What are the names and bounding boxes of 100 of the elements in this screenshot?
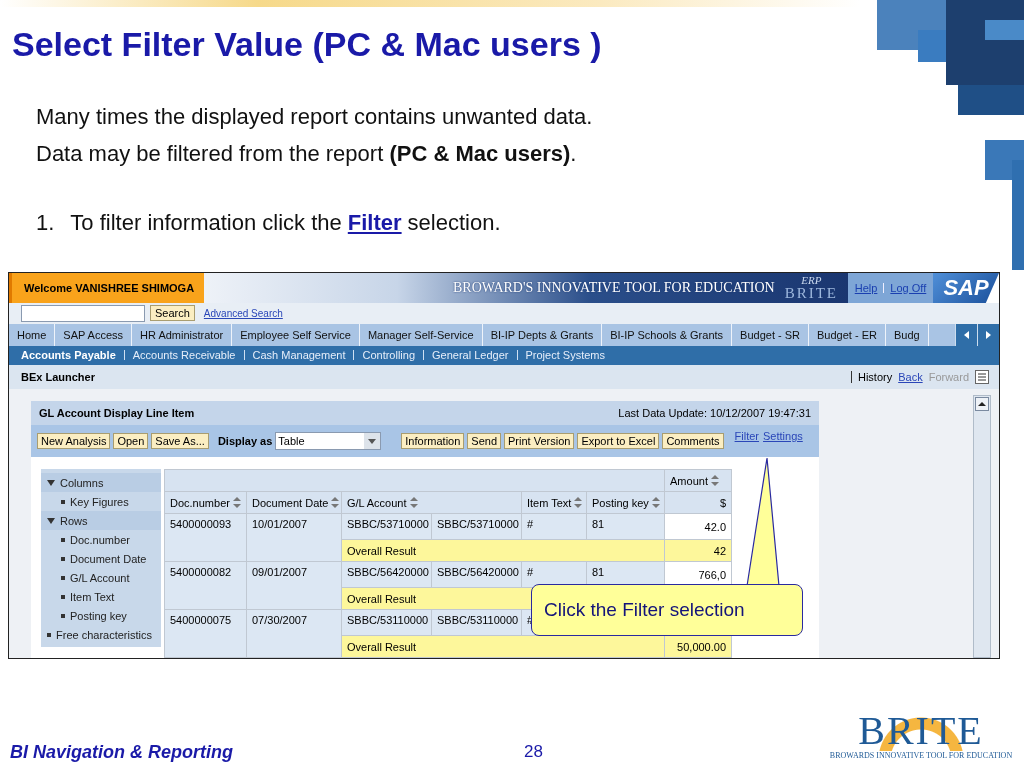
toolbar-link[interactable]: Settings	[763, 430, 803, 442]
scrollbar[interactable]	[973, 395, 991, 658]
back-link[interactable]: Back	[898, 371, 923, 384]
amount-header[interactable]: Amount	[664, 469, 732, 492]
report-title: GL Account Display Line Item	[39, 407, 195, 419]
sort-icon	[710, 475, 719, 486]
header-link[interactable]: Log Off	[890, 281, 927, 294]
bullet-icon	[61, 499, 65, 504]
toolbar-button[interactable]: New Analysis	[37, 433, 111, 449]
sap-logo: SAP	[933, 273, 999, 303]
body-text: Many times the displayed report contains unwanted data.	[36, 103, 594, 131]
table-cell: 5400000075	[164, 609, 247, 658]
top-tab[interactable]: BI-IP Schools & Grants	[602, 323, 733, 346]
toolbar-button[interactable]: Send	[467, 433, 502, 449]
bullet-icon	[61, 556, 65, 561]
navigation-item[interactable]: G/L Account	[41, 568, 161, 587]
banner-brand: BRITE	[784, 285, 838, 301]
sort-icon	[574, 497, 583, 508]
navigation-item[interactable]: Posting key	[41, 606, 161, 625]
step-number: 1.	[36, 209, 55, 237]
top-tab[interactable]: SAP Access	[55, 323, 133, 346]
subnav-link[interactable]: Accounts Receivable	[132, 349, 236, 362]
table-cell: SBBC/56420000	[431, 561, 522, 588]
result-cell: Overall Result	[341, 539, 665, 562]
toolbar-button[interactable]: Save As...	[151, 433, 209, 449]
welcome-banner: Welcome VANISHREE SHIMOGA	[9, 273, 204, 303]
bullet-icon	[61, 594, 65, 599]
navigation-item[interactable]: Rows	[41, 511, 161, 530]
step-text: selection.	[407, 209, 501, 237]
header-link[interactable]: Help	[854, 281, 878, 294]
page-number: 28	[524, 742, 543, 762]
right-triangle-icon	[985, 330, 992, 339]
top-tab[interactable]: Budg	[885, 323, 929, 346]
top-tab[interactable]: Home	[9, 323, 56, 346]
navigation-item[interactable]: Doc.number	[41, 530, 161, 549]
page-menu-icon[interactable]	[975, 370, 989, 385]
sort-icon	[651, 497, 660, 508]
last-update-text: Last Data Update: 10/12/2007 19:47:31	[618, 407, 811, 419]
display-as-label: Display as	[217, 435, 273, 447]
left-triangle-icon	[963, 330, 970, 339]
footer-title: BI Navigation & Reporting	[10, 742, 233, 763]
column-header[interactable]: Doc.number	[164, 491, 247, 514]
top-tab[interactable]: BI-IP Depts & Grants	[482, 323, 603, 346]
column-header[interactable]: G/L Account	[341, 491, 522, 514]
bullet-icon	[47, 632, 51, 637]
advanced-search-link[interactable]: Advanced Search	[203, 307, 283, 319]
subnav-link[interactable]: Controlling	[362, 349, 416, 362]
toolbar-button[interactable]: Open	[113, 433, 149, 449]
top-tab[interactable]: Budget - SR	[732, 323, 809, 346]
toolbar-button[interactable]: Information	[401, 433, 465, 449]
history-menu[interactable]: History	[857, 371, 893, 384]
subnav-link[interactable]: Project Systems	[525, 349, 605, 362]
filter-link[interactable]: Filter	[347, 208, 402, 238]
table-cell: 81	[586, 513, 665, 540]
result-cell: Overall Result	[341, 635, 665, 658]
slide-title: Select Filter Value (PC & Mac users )	[12, 24, 602, 64]
scroll-left-button[interactable]	[955, 323, 977, 346]
body-text: Data may be filtered from the report (PC & Mac users).	[36, 140, 578, 168]
table-cell: 5400000082	[164, 561, 247, 610]
step-text: To filter information click the	[70, 209, 342, 237]
navigation-item[interactable]: Document Date	[41, 549, 161, 568]
display-as-dropdown[interactable]: Table	[275, 432, 382, 450]
table-cell: 09/01/2007	[246, 561, 342, 610]
banner-erp: ERP	[801, 274, 822, 286]
bullet-icon	[61, 575, 65, 580]
table-cell: SBBC/53710000	[431, 513, 522, 540]
table-cell: SBBC/56420000	[341, 561, 432, 588]
subnav-link[interactable]: General Ledger	[432, 349, 509, 362]
subnav-link[interactable]: Cash Management	[252, 349, 346, 362]
banner-title: BROWARD'S INNOVATIVE TOOL FOR EDUCATION	[452, 279, 775, 296]
table-cell: 5400000093	[164, 513, 247, 562]
toolbar-button[interactable]: Comments	[662, 433, 724, 449]
table-cell: 07/30/2007	[246, 609, 342, 658]
table-cell: SBBC/53110000	[341, 609, 432, 636]
navigation-item[interactable]: Item Text	[41, 587, 161, 606]
top-tab[interactable]: Employee Self Service	[232, 323, 360, 346]
table-cell: 10/01/2007	[246, 513, 342, 562]
toolbar-link[interactable]: Filter	[734, 430, 760, 442]
sort-icon	[409, 497, 418, 508]
expanded-triangle-icon	[47, 479, 55, 486]
toolbar-button[interactable]: Print Version	[504, 433, 575, 449]
bullet-icon	[61, 613, 65, 618]
subnav-link[interactable]: Accounts Payable	[21, 349, 116, 362]
table-cell: SBBC/53110000	[431, 609, 522, 636]
top-tab[interactable]: Manager Self-Service	[359, 323, 483, 346]
expanded-triangle-icon	[47, 517, 55, 524]
table-cell: SBBC/53710000	[341, 513, 432, 540]
top-tab[interactable]: Budget - ER	[809, 323, 886, 346]
navigation-item[interactable]: Columns	[41, 473, 161, 492]
search-button[interactable]: Search	[150, 305, 195, 322]
scroll-right-button[interactable]	[977, 323, 999, 346]
bullet-icon	[61, 537, 65, 542]
search-field[interactable]	[21, 304, 145, 322]
navigation-item[interactable]: Key Figures	[41, 492, 161, 511]
top-tab[interactable]: HR Administrator	[132, 323, 233, 346]
scroll-up-icon[interactable]	[975, 397, 989, 411]
toolbar-button[interactable]: Export to Excel	[577, 433, 660, 449]
navigation-item[interactable]: Free characteristics	[41, 625, 161, 644]
page-title: BEx Launcher	[21, 371, 95, 384]
sort-icon	[232, 497, 241, 508]
